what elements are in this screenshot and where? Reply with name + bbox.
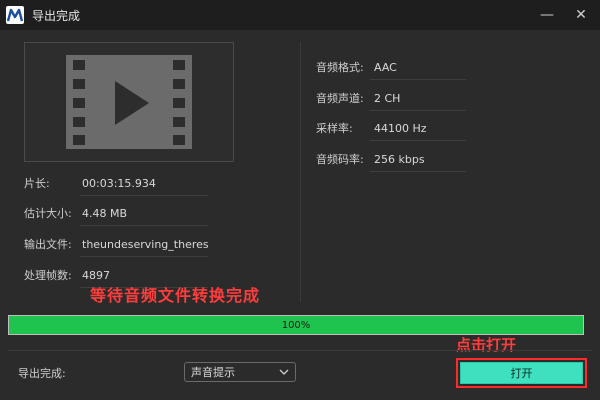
progress-label: 100% xyxy=(281,319,311,331)
info-value: 4.48 MB xyxy=(82,207,128,220)
info-value: theundeserving_theresnot xyxy=(82,238,208,251)
underline xyxy=(80,225,208,226)
sound-alert-select[interactable]: 声音提示 xyxy=(184,362,296,382)
footer-divider xyxy=(8,350,592,351)
underline xyxy=(80,256,208,257)
title-bar: 导出完成 — ✕ xyxy=(0,0,600,30)
window-title: 导出完成 xyxy=(32,8,81,23)
info-row-audio-format: 音频格式: AAC xyxy=(316,56,466,80)
underline xyxy=(370,140,466,141)
info-row-output-file: 输出文件: theundeserving_theresnot xyxy=(24,233,208,257)
info-label: 采样率: xyxy=(316,122,353,135)
open-button[interactable]: 打开 xyxy=(460,362,583,384)
info-label: 输出文件: xyxy=(24,238,72,251)
minimize-button[interactable]: — xyxy=(536,4,558,26)
export-complete-label: 导出完成: xyxy=(18,367,66,380)
info-value: 00:03:15.934 xyxy=(82,177,156,190)
underline xyxy=(370,110,466,111)
info-row-audio-channels: 音频声道: 2 CH xyxy=(316,87,466,111)
video-film-icon xyxy=(66,55,192,149)
info-label: 片长: xyxy=(24,177,50,190)
info-row-sample-rate: 采样率: 44100 Hz xyxy=(316,117,466,141)
underline xyxy=(370,79,466,80)
info-value: 44100 Hz xyxy=(374,122,427,135)
underline xyxy=(80,195,208,196)
annotation-wait-text: 等待音频文件转换完成 xyxy=(90,286,261,305)
info-value: 256 kbps xyxy=(374,153,425,166)
export-complete-window: 导出完成 — ✕ 片长: 00:03:15.934 估计大小: 4.48 MB … xyxy=(0,0,600,400)
chevron-down-icon xyxy=(279,365,289,382)
info-label: 音频码率: xyxy=(316,153,364,166)
close-button[interactable]: ✕ xyxy=(570,4,592,26)
info-row-duration: 片长: 00:03:15.934 xyxy=(24,172,208,196)
info-label: 音频声道: xyxy=(316,92,364,105)
info-row-size: 估计大小: 4.48 MB xyxy=(24,202,208,226)
column-divider xyxy=(300,42,301,302)
info-label: 估计大小: xyxy=(24,207,72,220)
video-thumbnail xyxy=(24,42,234,162)
app-logo-icon xyxy=(6,6,24,24)
info-value: 2 CH xyxy=(374,92,401,105)
minimize-icon: — xyxy=(540,7,554,23)
close-icon: ✕ xyxy=(575,7,587,23)
annotation-click-text: 点击打开 xyxy=(456,336,517,354)
info-label: 处理帧数: xyxy=(24,269,72,282)
info-row-audio-bitrate: 音频码率: 256 kbps xyxy=(316,148,466,172)
underline xyxy=(370,171,466,172)
progress-bar: 100% xyxy=(8,315,584,335)
select-value: 声音提示 xyxy=(191,366,235,379)
info-value: AAC xyxy=(374,61,397,74)
info-label: 音频格式: xyxy=(316,61,364,74)
